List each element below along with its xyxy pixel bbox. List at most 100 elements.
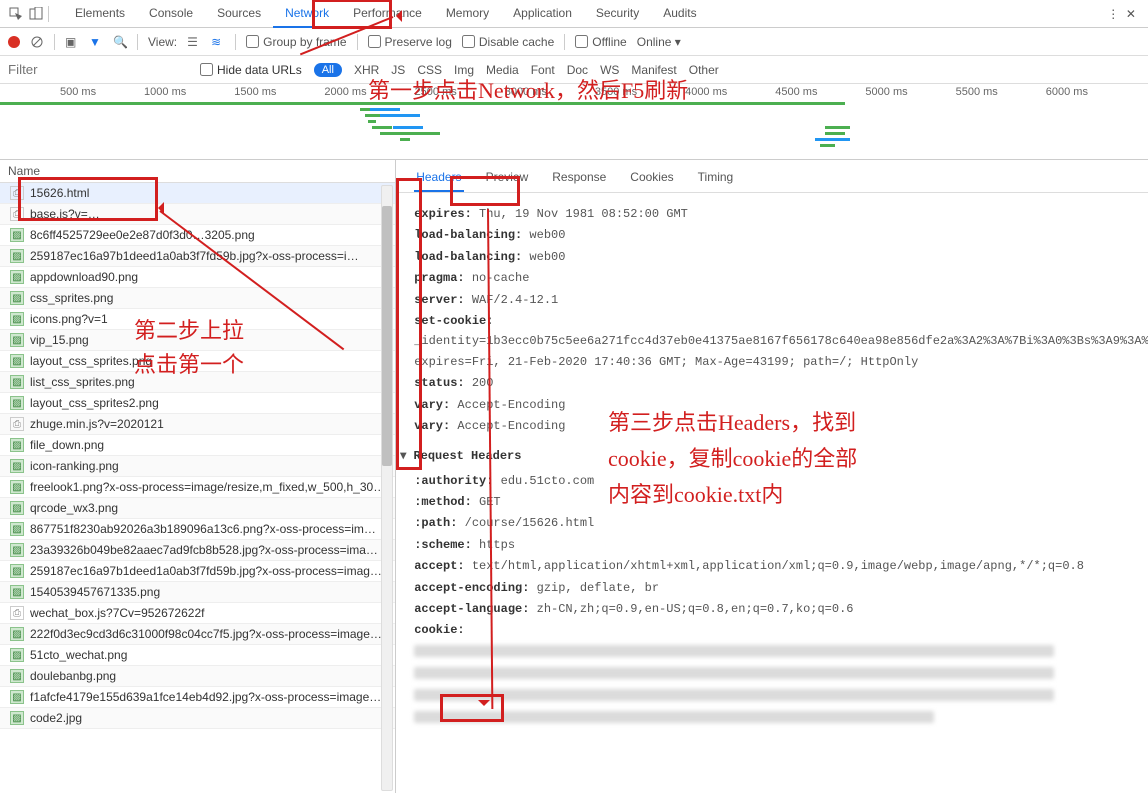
tab-performance[interactable]: Performance [341,0,434,28]
request-row[interactable]: ▨259187ec16a97b1deed1a0ab3f7fd59b.jpg?x-… [0,246,395,267]
filter-type-css[interactable]: CSS [417,63,442,77]
request-row[interactable]: ⎙15626.html [0,183,395,204]
request-row[interactable]: ▨vip_15.png [0,330,395,351]
request-name: qrcode_wx3.png [30,501,118,515]
header-value: Thu, 19 Nov 1981 08:52:00 GMT [472,207,688,221]
hide-data-urls-checkbox[interactable]: Hide data URLs [200,63,302,77]
request-row[interactable]: ▨layout_css_sprites2.png [0,393,395,414]
name-column-header[interactable]: Name [0,160,395,183]
header-key: accept: [414,559,464,573]
tab-console[interactable]: Console [137,0,205,28]
tab-audits[interactable]: Audits [651,0,708,28]
more-menu-icon[interactable]: ⋮ ✕ [1107,7,1140,21]
image-file-icon: ▨ [10,690,24,704]
group-by-frame-checkbox[interactable]: Group by frame [246,35,346,49]
timeline-tick: 2500 ms [415,86,457,98]
detail-tab-cookies[interactable]: Cookies [628,166,675,192]
header-key: vary: [414,398,450,412]
device-toggle-icon[interactable] [28,6,44,22]
devtools-top-tabs: Elements Console Sources Network Perform… [0,0,1148,28]
request-row[interactable]: ▨f1afcfe4179e155d639a1fce14eb4d92.jpg?x-… [0,687,395,708]
inspect-icon[interactable] [8,6,24,22]
request-row[interactable]: ▨51cto_wechat.png [0,645,395,666]
filter-bar: Hide data URLs All XHR JS CSS Img Media Font D… [0,56,1148,84]
request-name: wechat_box.js?7Cv=952672622f [30,606,204,620]
header-value: zh-CN,zh;q=0.9,en-US;q=0.8,en;q=0.7,ko;q… [529,602,853,616]
request-row[interactable]: ▨css_sprites.png [0,288,395,309]
filter-type-ws[interactable]: WS [600,63,619,77]
js-file-icon: ⎙ [10,606,24,620]
tab-sources[interactable]: Sources [205,0,273,28]
request-row[interactable]: ▨freelook1.png?x-oss-process=image/resiz… [0,477,395,498]
detail-tab-timing[interactable]: Timing [696,166,736,192]
request-name: 8c6ff4525729ee0e2e87d0f3d0…3205.png [30,228,255,242]
filter-icon[interactable]: ▼ [89,35,103,49]
timeline-overview[interactable]: 500 ms1000 ms1500 ms2000 ms2500 ms3000 m… [0,84,1148,160]
request-row[interactable]: ▨appdownload90.png [0,267,395,288]
image-file-icon: ▨ [10,627,24,641]
filter-type-xhr[interactable]: XHR [354,63,379,77]
request-row[interactable]: ▨layout_css_sprites.png [0,351,395,372]
detail-tab-preview[interactable]: Preview [484,166,531,192]
tab-network[interactable]: Network [273,0,341,28]
request-row[interactable]: ▨867751f8230ab92026a3b189096a13c6.png?x-… [0,519,395,540]
request-row[interactable]: ⎙zhuge.min.js?v=2020121 [0,414,395,435]
filter-type-img[interactable]: Img [454,63,474,77]
search-icon[interactable]: 🔍 [113,35,127,49]
request-row[interactable]: ▨icon-ranking.png [0,456,395,477]
request-row[interactable]: ▨qrcode_wx3.png [0,498,395,519]
request-row[interactable]: ▨doulebanbg.png [0,666,395,687]
disable-cache-checkbox[interactable]: Disable cache [462,35,554,49]
preserve-log-checkbox[interactable]: Preserve log [368,35,452,49]
image-file-icon: ▨ [10,543,24,557]
scrollbar[interactable] [381,185,393,791]
request-row[interactable]: ▨23a39326b049be82aaec7ad9fcb8b528.jpg?x-… [0,540,395,561]
request-row[interactable]: ▨code2.jpg [0,708,395,729]
header-key: :path: [414,516,457,530]
filter-all[interactable]: All [314,63,342,77]
request-row[interactable]: ▨icons.png?v=1 [0,309,395,330]
detail-tab-response[interactable]: Response [550,166,608,192]
header-value: gzip, deflate, br [529,581,659,595]
filter-type-manifest[interactable]: Manifest [631,63,676,77]
camera-icon[interactable]: ▣ [65,35,79,49]
filter-type-doc[interactable]: Doc [567,63,588,77]
request-row[interactable]: ▨file_down.png [0,435,395,456]
tab-memory[interactable]: Memory [434,0,501,28]
filter-input[interactable] [8,60,188,80]
request-headers-section[interactable]: Request Headers [400,446,1148,466]
tab-security[interactable]: Security [584,0,651,28]
header-value: https [472,538,515,552]
header-value: edu.51cto.com [493,474,594,488]
filter-type-js[interactable]: JS [391,63,405,77]
header-row: server: WAF/2.4-12.1 [414,290,1148,310]
request-row[interactable]: ▨259187ec16a97b1deed1a0ab3f7fd59b.jpg?x-… [0,561,395,582]
view-waterfall-icon[interactable]: ≋ [211,35,225,49]
header-row: :scheme: https [414,535,1148,555]
filter-type-other[interactable]: Other [689,63,719,77]
detail-tab-headers[interactable]: Headers [414,166,463,192]
timeline-tick: 6000 ms [1046,86,1088,98]
view-largerows-icon[interactable]: ☰ [187,35,201,49]
tab-application[interactable]: Application [501,0,584,28]
request-row[interactable]: ▨1540539457671335.png [0,582,395,603]
request-row[interactable]: ▨list_css_sprites.png [0,372,395,393]
clear-icon[interactable] [30,35,44,49]
tab-elements[interactable]: Elements [63,0,137,28]
request-name: list_css_sprites.png [30,375,135,389]
timeline-tick: 1000 ms [144,86,186,98]
offline-checkbox[interactable]: Offline [575,35,626,49]
filter-type-media[interactable]: Media [486,63,519,77]
request-name: 15626.html [30,186,89,200]
request-name: css_sprites.png [30,291,113,305]
request-row[interactable]: ▨8c6ff4525729ee0e2e87d0f3d0…3205.png [0,225,395,246]
throttling-select[interactable]: Online ▾ [637,35,681,49]
header-row: accept-encoding: gzip, deflate, br [414,578,1148,598]
request-row[interactable]: ⎙ wechat_box.js?7Cv=952672622f [0,603,395,624]
filter-type-font[interactable]: Font [531,63,555,77]
request-name: zhuge.min.js?v=2020121 [30,417,164,431]
request-row[interactable]: ⎙base.js?v=… [0,204,395,225]
header-key: pragma: [414,271,464,285]
record-button[interactable] [8,36,20,48]
request-row[interactable]: ▨222f0d3ec9cd3d6c31000f98c04cc7f5.jpg?x-… [0,624,395,645]
